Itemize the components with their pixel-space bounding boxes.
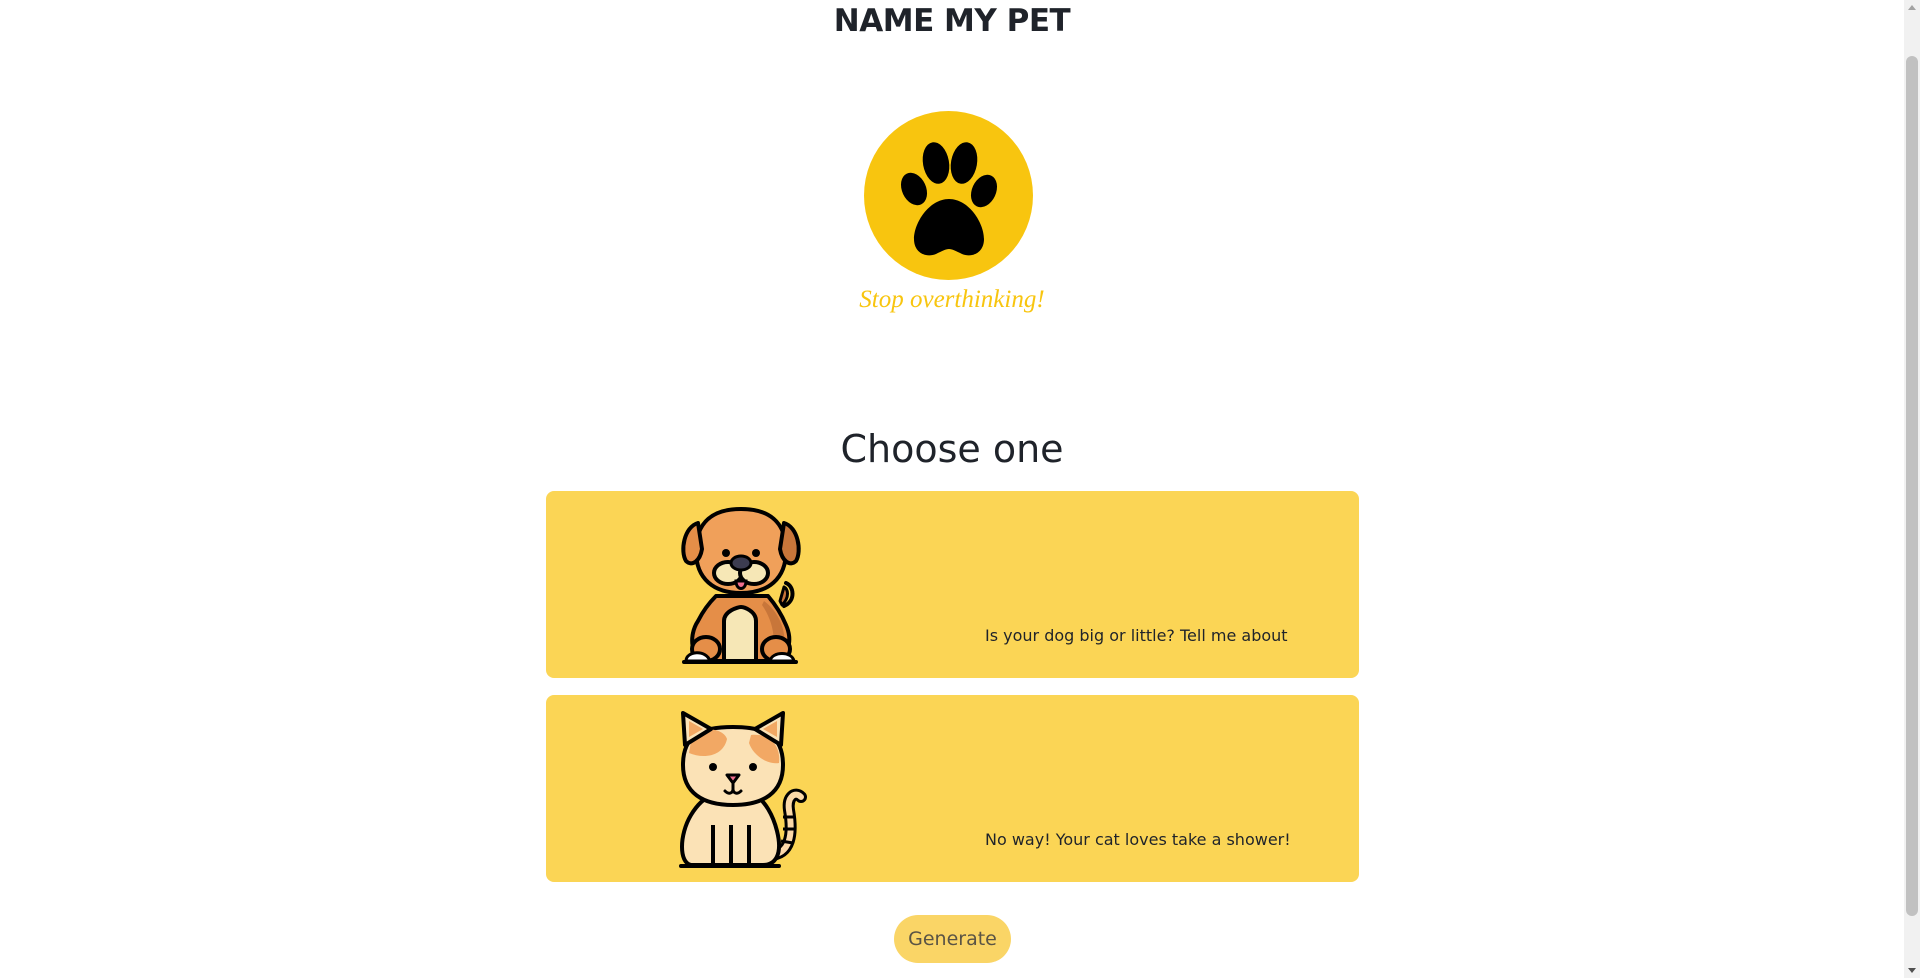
tagline: Stop overthinking! [859, 286, 1045, 313]
scroll-up-icon[interactable] [1908, 5, 1916, 10]
dog-option-text: Is your dog big or little? Tell me about [985, 626, 1288, 645]
cat-illustration [679, 711, 807, 868]
choose-heading: Choose one [840, 427, 1064, 471]
logo [864, 111, 1033, 280]
paw-icon [900, 142, 998, 256]
page: NAME MY PET Stop overthinking! Choose on… [0, 0, 1920, 978]
dog-option-card[interactable]: Is your dog big or little? Tell me about [546, 491, 1359, 678]
scroll-down-icon[interactable] [1908, 968, 1916, 973]
vertical-scrollbar[interactable] [1904, 0, 1920, 978]
cat-option-card[interactable]: No way! Your cat loves take a shower! [546, 695, 1359, 882]
scrollbar-thumb[interactable] [1906, 56, 1918, 916]
dog-illustration [681, 506, 801, 664]
site-title: NAME MY PET [833, 3, 1071, 39]
generate-button[interactable]: Generate [894, 915, 1011, 963]
cat-option-text: No way! Your cat loves take a shower! [985, 830, 1291, 849]
